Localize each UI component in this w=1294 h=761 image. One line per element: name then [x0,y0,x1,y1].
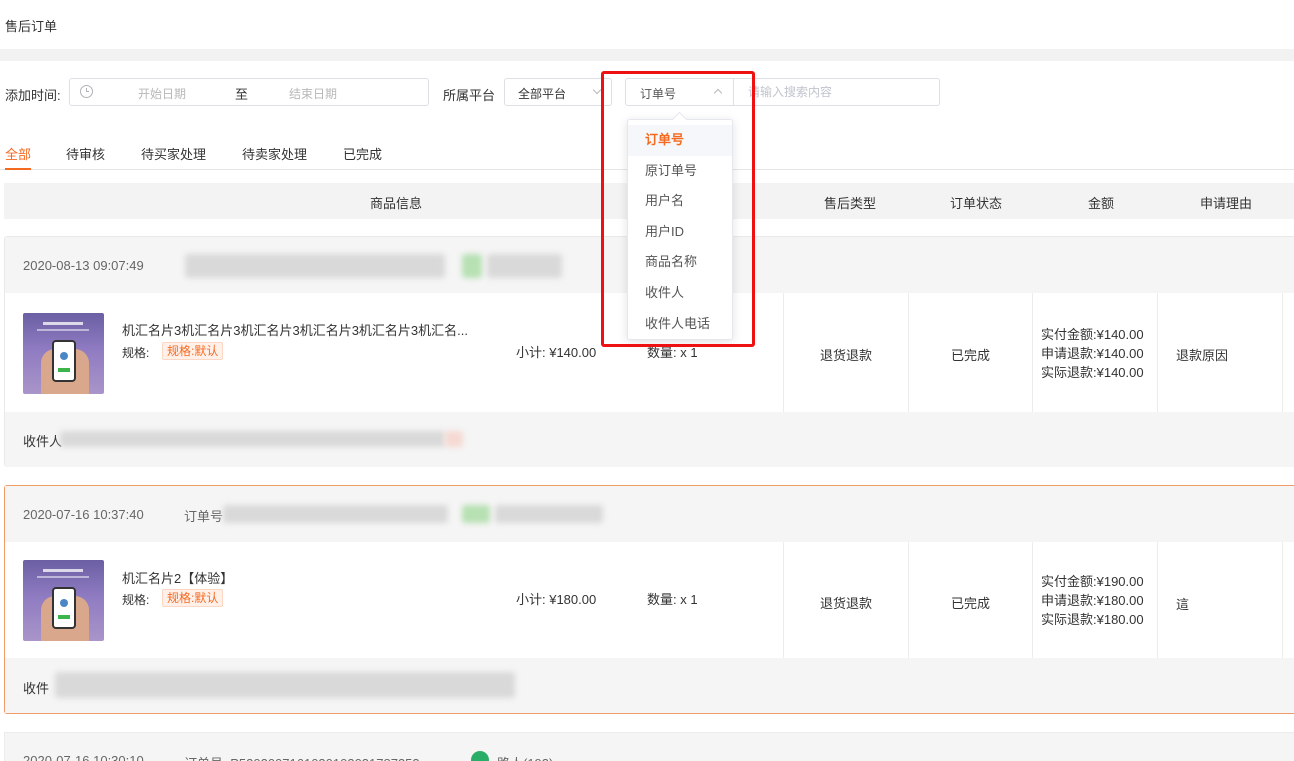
spec-badge: 规格:默认 [162,589,224,607]
dropdown-option-receiver[interactable]: 收件人 [628,278,732,309]
tab-pending-buyer[interactable]: 待买家处理 [141,144,206,170]
page-title: 售后订单 [5,19,58,34]
amount-details: 实付金额:¥190.00 申请退款:¥180.00 实际退款:¥180.00 [1041,572,1144,629]
redacted-receiver-info [55,672,515,698]
product-thumbnail [23,313,104,394]
receiver-bar: 收件人 [5,412,1294,467]
tab-all[interactable]: 全部 [5,144,32,170]
paid-amount: 实付金额:¥190.00 [1041,574,1144,589]
order-card: 2020-07-16 10:30:10 订单号: P52020071610301… [4,732,1294,761]
spec-label: 规格: [122,346,150,360]
tab-pending-review[interactable]: 待审核 [66,144,105,170]
dropdown-option-receiver-phone[interactable]: 收件人电话 [628,309,732,340]
wechat-icon [471,751,489,761]
dropdown-option-user-id[interactable]: 用户ID [628,217,732,248]
spec-badge: 规格:默认 [162,342,224,360]
order-status: 已完成 [951,596,991,611]
dropdown-option-original-order-no[interactable]: 原订单号 [628,156,732,187]
subtotal: 小计: ¥180.00 [516,592,597,607]
column-header-reason: 申请理由 [1200,196,1253,211]
clock-icon [80,85,93,98]
dropdown-option-product-name[interactable]: 商品名称 [628,247,732,278]
refund-reason: 這 [1176,597,1190,612]
chevron-down-icon [592,85,602,95]
order-number-label: 订单号 [184,509,224,524]
receiver-label: 收件 [23,681,50,696]
product-thumbnail [23,560,104,641]
redacted-order-number [185,254,445,278]
order-user: 路人(192) [497,753,553,761]
refund-actual: 实际退款:¥140.00 [1041,365,1144,380]
receiver-bar: 收件 [5,658,1294,713]
chevron-up-icon [713,88,723,98]
search-type-dropdown: 订单号 原订单号 用户名 用户ID 商品名称 收件人 收件人电话 [627,119,733,340]
end-date-input[interactable]: 结束日期 [289,85,337,102]
redacted-user-name [495,505,603,523]
order-card: 2020-07-16 10:37:40 订单号 机汇名片2【体验】 规格: 规格… [4,485,1294,714]
search-type-select[interactable]: 订单号 [625,78,734,106]
start-date-input[interactable]: 开始日期 [138,85,186,102]
column-header-product-info: 商品信息 [370,196,423,211]
search-type-value: 订单号 [640,87,677,101]
redacted-user-icon [462,505,490,523]
dropdown-option-order-no[interactable]: 订单号 [628,125,732,156]
title-divider [0,49,1294,61]
redacted-order-number [223,505,448,523]
redacted-receiver-info-end [445,431,463,447]
date-range-separator: 至 [235,87,249,102]
quantity: 数量: x 1 [647,592,698,607]
tab-completed[interactable]: 已完成 [343,144,382,170]
order-time: 2020-07-16 10:37:40 [23,507,144,522]
receiver-label: 收件人 [23,434,63,449]
order-status: 已完成 [951,348,991,363]
redacted-user-name [487,254,562,278]
spec-label: 规格: [122,593,150,607]
refund-requested: 申请退款:¥140.00 [1041,346,1144,361]
dropdown-option-username[interactable]: 用户名 [628,186,732,217]
platform-label: 所属平台 [443,88,496,103]
search-input[interactable] [733,78,940,106]
quantity: 数量: x 1 [647,345,698,360]
amount-details: 实付金额:¥140.00 申请退款:¥140.00 实际退款:¥140.00 [1041,325,1144,382]
redacted-user-icon [462,254,482,278]
order-time: 2020-08-13 09:07:49 [23,258,144,273]
refund-reason: 退款原因 [1176,348,1229,363]
after-sale-type: 退货退款 [820,348,873,363]
platform-select-value: 全部平台 [518,87,567,101]
platform-select[interactable]: 全部平台 [504,78,612,106]
redacted-receiver-info [60,431,445,447]
order-card-header: 2020-07-16 10:37:40 订单号 [5,486,1294,542]
column-header-order-status: 订单状态 [950,196,1003,211]
refund-actual: 实际退款:¥180.00 [1041,612,1144,627]
subtotal: 小计: ¥140.00 [516,345,597,360]
tab-pending-seller[interactable]: 待卖家处理 [242,144,307,170]
column-header-amount: 金额 [1088,196,1115,211]
product-name[interactable]: 机汇名片2【体验】 [122,568,233,587]
add-time-label: 添加时间: [5,88,61,103]
order-number: 订单号: P5202007161030103031787353 [184,753,420,761]
column-header-after-sale-type: 售后类型 [824,196,877,211]
date-range-picker[interactable]: 开始日期 至 结束日期 [69,78,429,106]
refund-requested: 申请退款:¥180.00 [1041,593,1144,608]
product-name[interactable]: 机汇名片3机汇名片3机汇名片3机汇名片3机汇名片3机汇名... [122,320,468,339]
order-time: 2020-07-16 10:30:10 [23,753,144,761]
paid-amount: 实付金额:¥140.00 [1041,327,1144,342]
after-sale-type: 退货退款 [820,596,873,611]
